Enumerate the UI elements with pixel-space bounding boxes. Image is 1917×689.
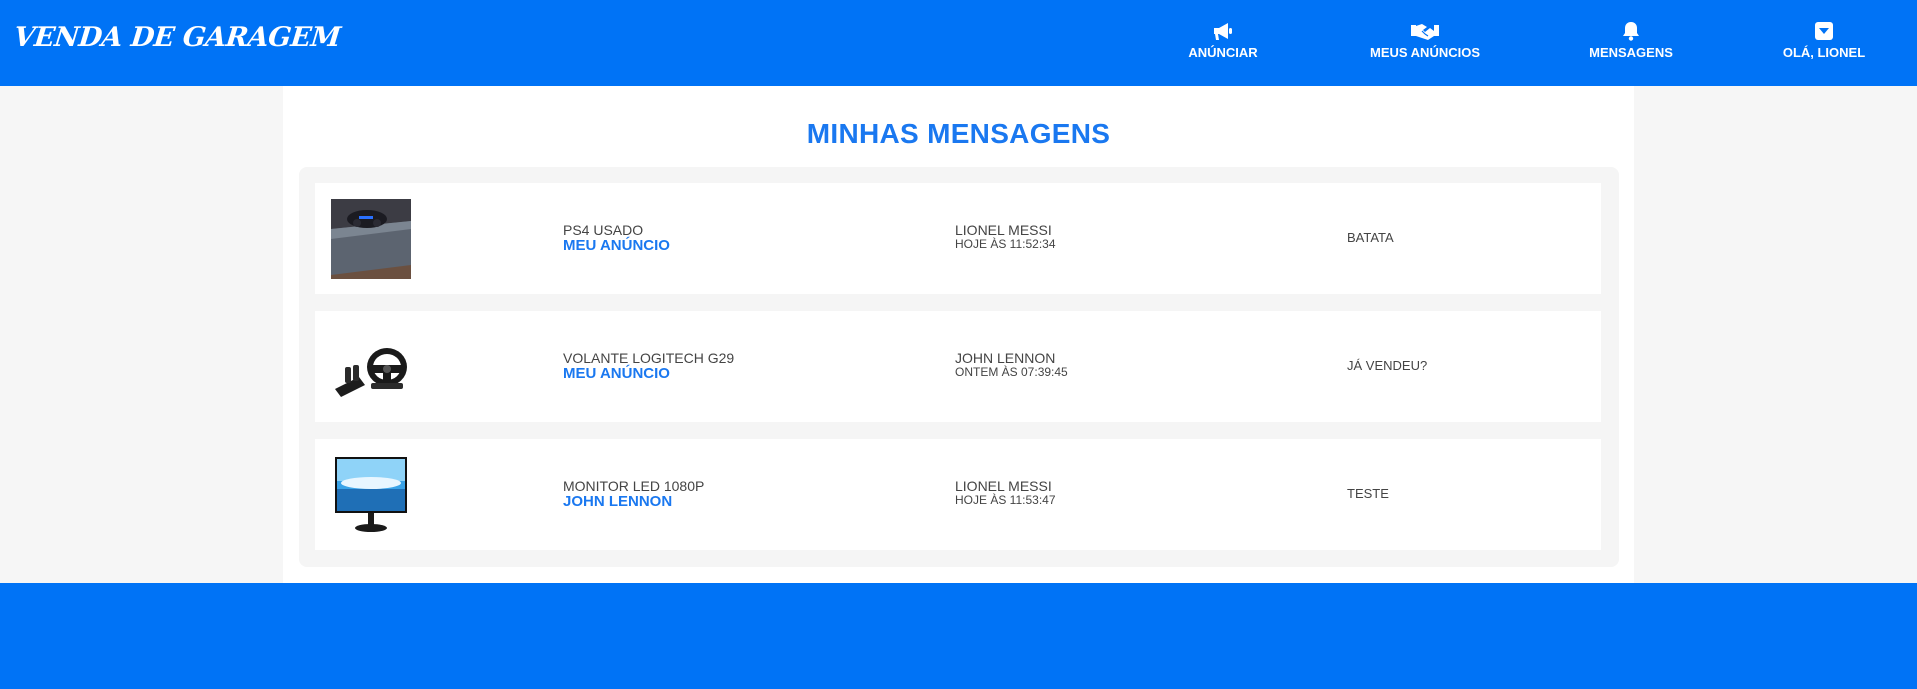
nav-anunciar[interactable]: ANÚNCIAR: [1188, 20, 1258, 64]
site-logo[interactable]: VENDA DE GARAGEM: [12, 22, 342, 53]
message-timestamp: HOJE ÀS 11:53:47: [955, 493, 1056, 507]
megaphone-icon: [1212, 20, 1234, 42]
ad-owner-link[interactable]: MEU ANÚNCIO: [563, 366, 734, 382]
main-panel: MINHAS MENSAGENS PS4 USADO MEU ANÚNCIO L…: [283, 86, 1634, 583]
message-timestamp: ONTEM ÀS 07:39:45: [955, 365, 1068, 379]
product-thumbnail-monitor: [331, 455, 411, 535]
nav-mensagens[interactable]: MENSAGENS: [1589, 20, 1673, 64]
message-text: TESTE: [1347, 486, 1389, 501]
ad-owner-link[interactable]: JOHN LENNON: [563, 494, 704, 510]
ad-info: PS4 USADO MEU ANÚNCIO: [563, 223, 670, 254]
dropdown-caret-icon: [1815, 20, 1833, 42]
product-name: MONITOR LED 1080P: [563, 478, 705, 494]
product-thumbnail-wheel: [331, 327, 411, 407]
message-row[interactable]: MONITOR LED 1080P JOHN LENNON LIONEL MES…: [315, 439, 1601, 550]
message-row[interactable]: VOLANTE LOGITECH G29 MEU ANÚNCIO JOHN LE…: [315, 311, 1601, 422]
nav-mensagens-label: MENSAGENS: [1589, 45, 1673, 60]
sender-info: JOHN LENNON ONTEM ÀS 07:39:45: [955, 351, 1068, 379]
nav-meus-anuncios[interactable]: MEUS ANÚNCIOS: [1370, 20, 1480, 64]
nav-anunciar-label: ANÚNCIAR: [1188, 45, 1258, 60]
ad-owner-link[interactable]: MEU ANÚNCIO: [563, 238, 670, 254]
ad-info: MONITOR LED 1080P JOHN LENNON: [563, 479, 704, 510]
top-navbar: VENDA DE GARAGEM ANÚNCIAR MEUS ANÚNCIOS: [0, 0, 1917, 86]
message-preview: JÁ VENDEU?: [1347, 358, 1427, 373]
sender-name: JOHN LENNON: [955, 350, 1056, 366]
message-text: BATATA: [1347, 230, 1394, 245]
message-text: JÁ VENDEU?: [1347, 358, 1428, 373]
bell-icon: [1622, 20, 1640, 42]
nav-user-label: OLÁ, LIONEL: [1782, 45, 1866, 60]
sender-name: LIONEL MESSI: [955, 478, 1052, 494]
sender-name: LIONEL MESSI: [955, 222, 1052, 238]
message-preview: BATATA: [1347, 230, 1394, 245]
message-timestamp: HOJE ÀS 11:52:34: [955, 237, 1056, 251]
message-list: PS4 USADO MEU ANÚNCIO LIONEL MESSI HOJE …: [299, 167, 1619, 567]
page-title: MINHAS MENSAGENS: [806, 118, 1111, 149]
ad-info: VOLANTE LOGITECH G29 MEU ANÚNCIO: [563, 351, 734, 382]
message-row[interactable]: PS4 USADO MEU ANÚNCIO LIONEL MESSI HOJE …: [315, 183, 1601, 294]
nav-user-menu[interactable]: OLÁ, LIONEL: [1782, 20, 1866, 64]
sender-info: LIONEL MESSI HOJE ÀS 11:53:47: [955, 479, 1056, 507]
message-preview: TESTE: [1347, 486, 1389, 501]
product-name: PS4 USADO: [563, 222, 644, 238]
nav-meus-anuncios-label: MEUS ANÚNCIOS: [1369, 45, 1481, 60]
product-thumbnail-ps4: [331, 199, 411, 279]
handshake-icon: [1411, 20, 1439, 42]
product-name: VOLANTE LOGITECH G29: [563, 350, 735, 366]
sender-info: LIONEL MESSI HOJE ÀS 11:52:34: [955, 223, 1056, 251]
